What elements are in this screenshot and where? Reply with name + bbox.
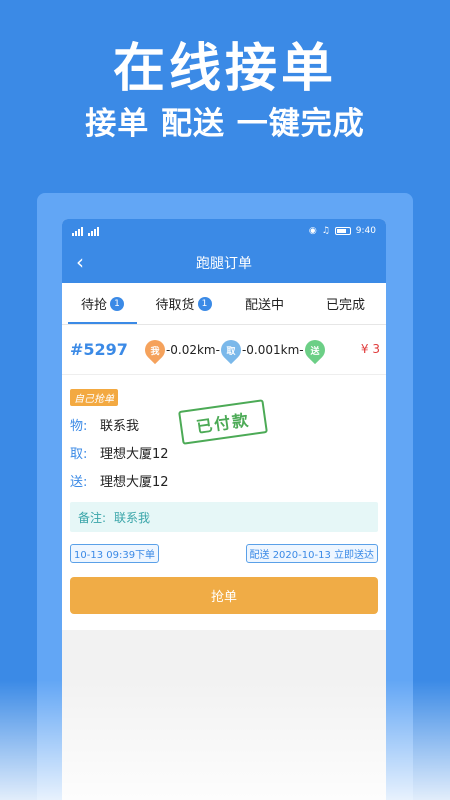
- pickup-pin-icon: 取: [216, 335, 246, 364]
- deliver-value: 理想大厦12: [100, 475, 169, 490]
- tab-delivering[interactable]: 配送中: [224, 283, 305, 324]
- order-time-chip: 10-13 09:39下单: [70, 544, 160, 563]
- tab-badge: 1: [197, 296, 212, 311]
- remark-value: 联系我: [114, 510, 151, 525]
- status-left: [72, 226, 99, 236]
- card-padding: [70, 614, 378, 630]
- hero-title: 在线接单: [112, 39, 337, 99]
- status-bar: ◉ ♫ 9:40: [62, 219, 386, 243]
- deliver-row: 送: 理想大厦12: [70, 471, 378, 490]
- status-time: 9:40: [355, 226, 376, 236]
- distance-to-deliver: -0.001km-: [241, 342, 304, 357]
- item-value: 联系我: [100, 419, 140, 434]
- distance-to-pickup: -0.02km-: [165, 342, 220, 357]
- signal-icon-2: [88, 226, 99, 236]
- order-number: #5297: [70, 340, 128, 359]
- tab-label: 待抢: [80, 298, 107, 313]
- hero-subtitle: 接单 配送 一键完成: [85, 106, 365, 142]
- eye-icon: ◉: [308, 226, 317, 236]
- time-row: 10-13 09:39下单 配送 2020-10-13 立即送达: [70, 544, 378, 563]
- pickup-key: 取:: [70, 447, 88, 462]
- order-body: 自己抢单 物: 联系我 取: 理想大厦12 送: 理想大厦12 已付款 备注: …: [62, 375, 386, 630]
- route-summary: 我 -0.02km- 取 -0.001km- 送: [140, 335, 329, 364]
- mute-icon: ♫: [321, 226, 330, 236]
- tab-completed[interactable]: 已完成: [305, 283, 386, 324]
- tab-to-grab[interactable]: 待抢 1: [62, 283, 143, 324]
- page-title: 跑腿订单: [196, 256, 252, 272]
- deliver-pin-icon: 送: [300, 335, 329, 364]
- tab-label: 配送中: [244, 298, 284, 313]
- status-right: ◉ ♫ 9:40: [309, 226, 376, 236]
- pickup-value: 理想大厦12: [100, 447, 169, 462]
- nav-bar: ‹ 跑腿订单: [62, 243, 386, 283]
- tab-label: 待取货: [155, 298, 195, 313]
- remark-box: 备注: 联系我: [70, 502, 378, 532]
- signal-icon: [72, 226, 83, 236]
- order-header: #5297 我 -0.02km- 取 -0.001km- 送 ¥ 3: [62, 325, 386, 375]
- tab-bar: 待抢 1 待取货 1 配送中 已完成: [62, 283, 386, 325]
- bottom-fade: [0, 680, 450, 800]
- delivery-time-chip: 配送 2020-10-13 立即送达: [245, 544, 378, 563]
- paid-stamp: 已付款: [178, 399, 268, 445]
- battery-icon: [334, 227, 351, 235]
- me-pin-icon: 我: [140, 335, 170, 364]
- order-price: ¥ 3: [360, 342, 380, 356]
- tab-badge: 1: [110, 296, 124, 311]
- pickup-row: 取: 理想大厦12: [70, 443, 378, 462]
- remark-key: 备注:: [78, 510, 107, 525]
- order-card[interactable]: #5297 我 -0.02km- 取 -0.001km- 送 ¥ 3 自己抢单 …: [62, 325, 386, 630]
- tab-to-pickup[interactable]: 待取货 1: [143, 283, 224, 324]
- chevron-left-icon[interactable]: ‹: [76, 252, 84, 272]
- deliver-key: 送:: [70, 475, 88, 490]
- tab-label: 已完成: [325, 298, 365, 313]
- grab-order-button[interactable]: 抢单: [70, 577, 378, 614]
- item-key: 物:: [70, 419, 88, 434]
- self-grab-tag: 自己抢单: [70, 389, 118, 406]
